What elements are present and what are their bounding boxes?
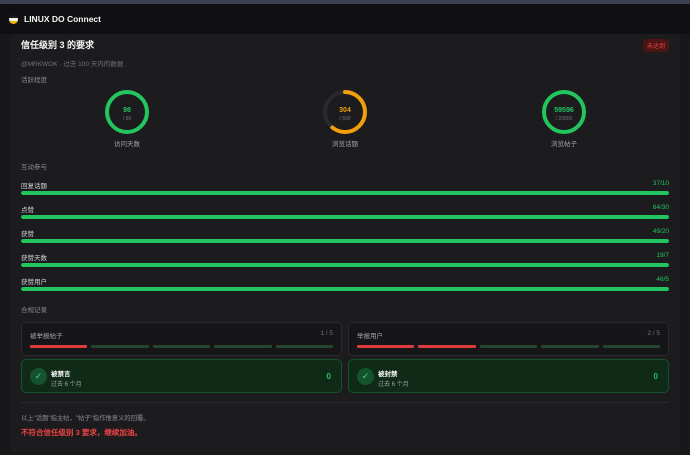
bar-liked-days: 获赞天数 19/7 xyxy=(21,252,669,270)
activity-section-label: 活跃程度 xyxy=(21,77,47,84)
ring-target: / 500 xyxy=(339,116,350,122)
interaction-section-label: 互动参与 xyxy=(21,164,47,171)
compliance-section-label: 合规记录 xyxy=(21,307,47,314)
status-subtitle: 过去 6 个月 xyxy=(378,382,409,388)
status-value: 0 xyxy=(653,372,658,381)
segment-meter xyxy=(30,345,334,348)
ring-label: 浏览帖子 xyxy=(551,141,577,148)
progress-bar xyxy=(21,287,669,291)
status-title: 被禁言 xyxy=(51,371,71,378)
status-value: 0 xyxy=(326,372,331,381)
ring-target: / 20000 xyxy=(556,116,573,122)
silenced-card: ✓ 被禁言 过去 6 个月 0 xyxy=(21,359,342,393)
bar-name: 点赞 xyxy=(21,207,34,214)
bar-name: 获赞 xyxy=(21,231,34,238)
progress-bar xyxy=(21,215,669,219)
progress-bar-fill xyxy=(21,191,669,195)
meter-segment xyxy=(602,345,661,348)
progress-ring: 98 / 50 xyxy=(105,90,149,134)
bar-value: 46/5 xyxy=(656,276,669,283)
progress-bar xyxy=(21,263,669,267)
bar-value: 49/20 xyxy=(652,228,669,235)
progress-ring: 59596 / 20000 xyxy=(542,90,586,134)
meter-segment xyxy=(418,345,476,348)
progress-bar-fill xyxy=(21,263,669,267)
progress-bar xyxy=(21,239,669,243)
bar-likes-received: 获赞 49/20 xyxy=(21,228,669,246)
progress-bar-fill xyxy=(21,287,669,291)
title-bar: LINUX DO Connect xyxy=(0,4,690,34)
card-title: 被举报帖子 xyxy=(30,333,63,340)
flagged-posts-card: 被举报帖子 1 / 5 xyxy=(21,322,342,356)
flagged-users-card: 举报用户 2 / 5 xyxy=(348,322,669,356)
suspended-card: ✓ 被封禁 过去 6 个月 0 xyxy=(348,359,669,393)
meter-segment xyxy=(91,345,149,348)
bar-likes-given: 点赞 64/30 xyxy=(21,204,669,222)
footnote: 以上"话题"指主帖，"帖子"指作惟意义的回覆。 xyxy=(21,415,150,422)
segment-meter xyxy=(357,345,661,348)
bar-value: 19/7 xyxy=(656,252,669,259)
status-subtitle: 过去 6 个月 xyxy=(51,382,82,388)
ring-value: 59596 xyxy=(554,107,574,114)
meter-segment xyxy=(214,345,272,348)
progress-ring: 304 / 500 xyxy=(323,90,367,134)
progress-bar-fill xyxy=(21,215,669,219)
progress-bar-fill xyxy=(21,239,669,243)
card-title: 举报用户 xyxy=(357,333,383,340)
app-title: LINUX DO Connect xyxy=(24,14,101,24)
meter-segment xyxy=(479,345,538,348)
bar-value: 37/10 xyxy=(652,180,669,187)
meter-segment xyxy=(357,345,415,348)
card-count: 1 / 5 xyxy=(320,330,333,337)
ring-visit-days: 98 / 50 访问天数 xyxy=(77,89,177,148)
meter-segment xyxy=(152,345,211,348)
bar-name: 获赞用户 xyxy=(21,279,47,286)
trust-level-panel: 信任级别 3 的要求 未达到 @MRKWOK · 过去 100 天内的数据 活跃… xyxy=(10,34,680,452)
bar-name: 获赞天数 xyxy=(21,255,47,262)
ring-label: 浏览话题 xyxy=(332,141,358,148)
bar-value: 64/30 xyxy=(652,204,669,211)
linuxdo-logo-icon xyxy=(9,14,18,24)
ring-label: 访问天数 xyxy=(114,141,140,148)
check-icon: ✓ xyxy=(357,368,374,385)
ring-value: 304 xyxy=(339,107,351,114)
bar-liked-users: 获赞用户 46/5 xyxy=(21,276,669,294)
card-count: 2 / 5 xyxy=(647,330,660,337)
ring-value: 98 xyxy=(123,107,131,114)
meter-segment xyxy=(30,345,88,348)
bar-replies: 回复话题 37/10 xyxy=(21,180,669,198)
result-message: 不符合信任级别 3 要求，继续加油。 xyxy=(21,428,142,437)
meter-segment xyxy=(275,345,334,348)
check-icon: ✓ xyxy=(30,368,47,385)
divider xyxy=(21,402,669,403)
data-range-subtitle: @MRKWOK · 过去 100 天内的数据 xyxy=(21,61,124,68)
status-badge: 未达到 xyxy=(642,39,669,52)
app-window: LINUX DO Connect 信任级别 3 的要求 未达到 @MRKWOK … xyxy=(0,4,690,455)
bar-name: 回复话题 xyxy=(21,183,47,190)
ring-topics-viewed: 304 / 500 浏览话题 xyxy=(295,89,395,148)
ring-target: / 50 xyxy=(123,116,132,122)
ring-posts-viewed: 59596 / 20000 浏览帖子 xyxy=(514,89,614,148)
page-title: 信任级别 3 的要求 xyxy=(21,40,95,50)
status-title: 被封禁 xyxy=(378,371,398,378)
meter-segment xyxy=(541,345,599,348)
progress-bar xyxy=(21,191,669,195)
